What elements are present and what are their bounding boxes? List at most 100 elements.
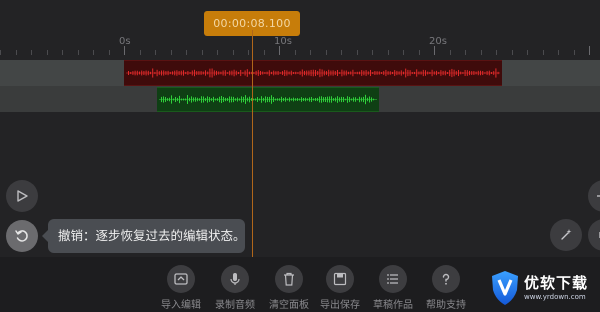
waveform-sample: [193, 97, 194, 102]
waveform-sample: [290, 70, 292, 76]
waveform-sample: [169, 97, 170, 102]
waveform-sample: [179, 95, 180, 104]
waveform-green: [159, 94, 377, 105]
waveform-sample: [328, 69, 330, 77]
waveform-sample: [209, 97, 210, 102]
waveform-sample: [275, 71, 277, 75]
magic-wand-button[interactable]: [550, 219, 582, 251]
ruler-tick: [62, 50, 63, 55]
ruler-tick: [124, 46, 125, 55]
waveform-sample: [284, 70, 286, 76]
waveform-sample: [427, 71, 429, 75]
waveform-sample: [357, 98, 358, 101]
waveform-sample: [458, 69, 459, 77]
waveform-sample: [174, 70, 176, 76]
waveform-sample: [227, 97, 228, 102]
waveform-sample: [367, 97, 368, 102]
shield-logo-icon: [492, 271, 518, 305]
waveform-sample: [196, 71, 198, 75]
waveform-sample: [277, 71, 279, 75]
waveform-sample: [249, 71, 250, 75]
waveform-sample: [493, 71, 495, 75]
waveform-sample: [247, 97, 248, 102]
ruler-tick: [202, 50, 203, 55]
waveform-sample: [185, 71, 187, 75]
audio-clip-green[interactable]: [157, 87, 379, 112]
undo-button[interactable]: [6, 220, 38, 252]
waveform-sample: [484, 72, 486, 74]
audio-clip-red[interactable]: [124, 60, 502, 86]
waveform-sample: [436, 70, 437, 76]
trash-icon: [275, 265, 303, 293]
waveform-sample: [351, 98, 352, 101]
toolbar-clear-button[interactable]: 清空面板: [261, 265, 317, 311]
ruler-tick: [403, 50, 404, 55]
waveform-sample: [281, 96, 282, 103]
waveform-sample: [473, 71, 475, 75]
waveform-sample: [301, 97, 302, 102]
waveform-sample: [147, 70, 149, 76]
watermark-brand: 优软下载: [524, 274, 589, 292]
play-icon: [17, 190, 28, 202]
waveform-sample: [334, 70, 336, 76]
save-icon: [326, 265, 354, 293]
waveform-sample: [263, 97, 264, 102]
ruler-tick: [155, 50, 156, 55]
waveform-sample: [191, 96, 192, 103]
waveform-sample: [183, 70, 184, 76]
ruler-tick: [233, 50, 234, 55]
waveform-sample: [169, 71, 171, 75]
ruler-tick: [279, 46, 280, 55]
toolbar-import-button[interactable]: 导入编辑: [153, 265, 209, 311]
waveform-sample: [279, 98, 280, 101]
waveform-sample: [163, 96, 164, 103]
waveform-sample: [233, 96, 234, 103]
waveform-sample: [199, 98, 200, 101]
waveform-sample: [205, 70, 206, 76]
ruler-tick: [450, 50, 451, 55]
waveform-sample: [259, 98, 260, 101]
waveform-sample: [345, 98, 346, 101]
toolbar-help-button[interactable]: 帮助支持: [418, 265, 474, 311]
toolbar-record-button[interactable]: 录制音频: [207, 265, 263, 311]
waveform-sample: [273, 70, 275, 76]
ruler-tick: [186, 50, 187, 55]
waveform-sample: [359, 71, 360, 75]
toolbar-export-button[interactable]: 导出保存: [312, 265, 368, 311]
waveform-sample: [310, 69, 312, 77]
waveform-sample: [275, 98, 276, 101]
waveform-sample: [389, 71, 391, 75]
waveform-sample: [301, 69, 303, 77]
waveform-sample: [319, 68, 321, 78]
toolbar-drafts-button[interactable]: 草稿作品: [365, 265, 421, 311]
waveform-sample: [464, 69, 466, 77]
arrow-icon: [597, 195, 600, 197]
side-button-bottom[interactable]: [588, 219, 600, 251]
waveform-sample: [224, 70, 226, 76]
side-button-top[interactable]: [588, 180, 600, 212]
ruler-tick: [527, 50, 528, 55]
playhead[interactable]: [252, 30, 253, 258]
waveform-sample: [429, 71, 431, 75]
waveform-sample: [431, 69, 433, 77]
waveform-sample: [282, 71, 283, 75]
timeline-ruler[interactable]: 0s 10s 20s: [0, 36, 600, 60]
waveform-sample: [469, 70, 470, 76]
waveform-sample: [343, 70, 345, 76]
waveform-sample: [422, 69, 424, 77]
waveform-sample: [134, 70, 136, 76]
play-button[interactable]: [6, 180, 38, 212]
waveform-sample: [233, 69, 235, 77]
waveform-sample: [267, 96, 268, 103]
waveform-sample: [451, 68, 453, 78]
waveform-sample: [289, 97, 290, 102]
waveform-red: [126, 68, 500, 78]
waveform-sample: [299, 98, 300, 101]
waveform-sample: [161, 96, 162, 103]
ruler-tick: [496, 50, 497, 55]
waveform-sample: [145, 70, 147, 76]
waveform-sample: [187, 71, 189, 75]
ruler-tick: [109, 50, 110, 55]
waveform-sample: [398, 71, 400, 75]
ruler-tick: [341, 50, 342, 55]
